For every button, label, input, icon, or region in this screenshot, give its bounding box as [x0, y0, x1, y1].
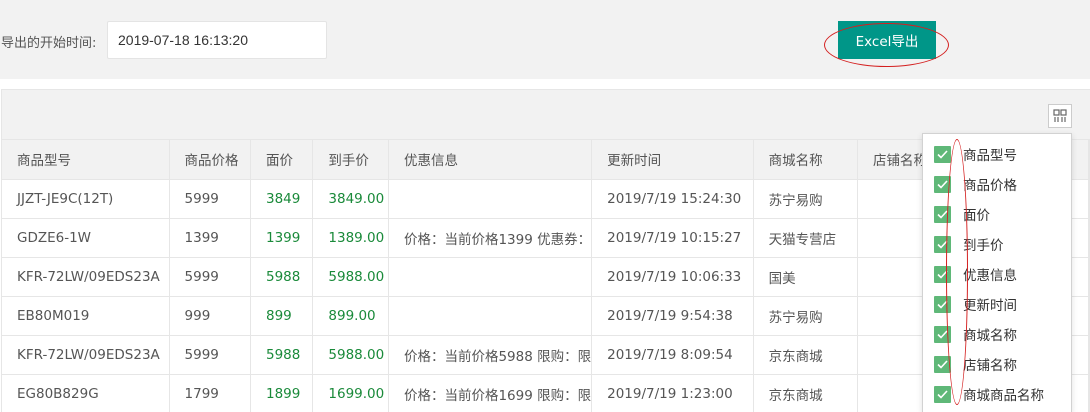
table-cell: KFR-72LW/09EDS23A [2, 257, 170, 297]
table-cell: 苏宁易购 [753, 296, 859, 336]
table-cell: 3849 [250, 179, 314, 219]
table-cell: 1389.00 [312, 218, 389, 258]
table-cell: 1799 [169, 374, 251, 412]
table-cell: 5988 [250, 257, 314, 297]
column-toggle-label: 店铺名称 [963, 358, 1017, 374]
column-header[interactable]: 优惠信息 [388, 140, 593, 180]
filter-bar: 导出的开始时间: Excel导出 [0, 0, 1090, 79]
table-cell: 899.00 [312, 296, 389, 336]
table-cell: 2019/7/19 10:15:27 [591, 218, 754, 258]
table-cell: 价格：当前价格1399 优惠券： [388, 218, 593, 258]
table-cell: 5988 [250, 335, 314, 375]
column-visibility-menu: 商品型号商品价格面价到手价优惠信息更新时间商城名称店铺名称商城商品名称 [922, 133, 1072, 412]
table-cell: 天猫专营店 [753, 218, 859, 258]
column-header[interactable]: 商品价格 [169, 140, 251, 180]
column-toggle-item[interactable]: 商城名称 [934, 324, 1017, 344]
column-filter-button[interactable] [1048, 104, 1072, 128]
table-cell: 2019/7/19 15:24:30 [591, 179, 754, 219]
table-cell: 2019/7/19 1:23:00 [591, 374, 754, 412]
checkbox-checked-icon[interactable] [934, 205, 951, 223]
table-cell: 京东商城 [753, 335, 859, 375]
checkbox-checked-icon[interactable] [934, 385, 951, 403]
column-toggle-label: 面价 [963, 208, 990, 224]
table-cell [388, 179, 593, 219]
column-header[interactable]: 更新时间 [591, 140, 754, 180]
column-toggle-label: 商品价格 [963, 178, 1017, 194]
excel-export-button[interactable]: Excel导出 [838, 21, 936, 59]
start-time-input[interactable] [107, 21, 327, 59]
table-cell: 5999 [169, 257, 251, 297]
table-cell: 价格：当前价格1699 限购：限 [388, 374, 593, 412]
table-cell: 1399 [169, 218, 251, 258]
table-cell: EB80M019 [2, 296, 170, 336]
table-cell [388, 257, 593, 297]
table-cell: GDZE6-1W [2, 218, 170, 258]
column-toggle-item[interactable]: 店铺名称 [934, 354, 1017, 374]
table-cell: EG80B829G [2, 374, 170, 412]
column-toggle-label: 商城名称 [963, 328, 1017, 344]
column-toggle-item[interactable]: 优惠信息 [934, 264, 1017, 284]
start-time-label: 导出的开始时间: [1, 36, 97, 51]
column-header[interactable]: 商城名称 [753, 140, 859, 180]
table-cell [388, 296, 593, 336]
table-cell: 1699.00 [312, 374, 389, 412]
column-toggle-label: 商城商品名称 [963, 388, 1044, 404]
column-toggle-item[interactable]: 到手价 [934, 234, 1004, 254]
column-header[interactable]: 商品型号 [2, 140, 170, 180]
table-cell: 5988.00 [312, 335, 389, 375]
table-cell: 苏宁易购 [753, 179, 859, 219]
table-cell: 5999 [169, 335, 251, 375]
checkbox-checked-icon[interactable] [934, 325, 951, 343]
column-toggle-item[interactable]: 面价 [934, 204, 990, 224]
column-toggle-item[interactable]: 商品价格 [934, 174, 1017, 194]
column-toggle-label: 到手价 [963, 238, 1004, 254]
checkbox-checked-icon[interactable] [934, 235, 951, 253]
column-toggle-item[interactable]: 商城商品名称 [934, 384, 1044, 404]
column-toggle-label: 商品型号 [963, 148, 1017, 164]
table-cell: 1899 [250, 374, 314, 412]
checkbox-checked-icon[interactable] [934, 295, 951, 313]
table-cell: 1399 [250, 218, 314, 258]
table-cell: 5999 [169, 179, 251, 219]
table-cell: 价格：当前价格5988 限购：限 [388, 335, 593, 375]
column-toggle-item[interactable]: 商品型号 [934, 144, 1017, 164]
column-toggle-item[interactable]: 更新时间 [934, 294, 1017, 314]
column-toggle-label: 优惠信息 [963, 268, 1017, 284]
table-cell: 3849.00 [312, 179, 389, 219]
table-cell: 国美 [753, 257, 859, 297]
column-header[interactable]: 面价 [250, 140, 314, 180]
table-cell: 2019/7/19 10:06:33 [591, 257, 754, 297]
table-cell: KFR-72LW/09EDS23A [2, 335, 170, 375]
table-cell: 5988.00 [312, 257, 389, 297]
table-cell: 899 [250, 296, 314, 336]
table-cell: 2019/7/19 8:09:54 [591, 335, 754, 375]
table-cell: 京东商城 [753, 374, 859, 412]
table-cell: JJZT-JE9C(12T) [2, 179, 170, 219]
checkbox-checked-icon[interactable] [934, 355, 951, 373]
checkbox-checked-icon[interactable] [934, 175, 951, 193]
grid-columns-icon [1053, 109, 1067, 122]
table-cell: 2019/7/19 9:54:38 [591, 296, 754, 336]
checkbox-checked-icon[interactable] [934, 145, 951, 163]
column-toggle-label: 更新时间 [963, 298, 1017, 314]
checkbox-checked-icon[interactable] [934, 265, 951, 283]
column-header[interactable]: 到手价 [312, 140, 389, 180]
table-cell: 999 [169, 296, 251, 336]
